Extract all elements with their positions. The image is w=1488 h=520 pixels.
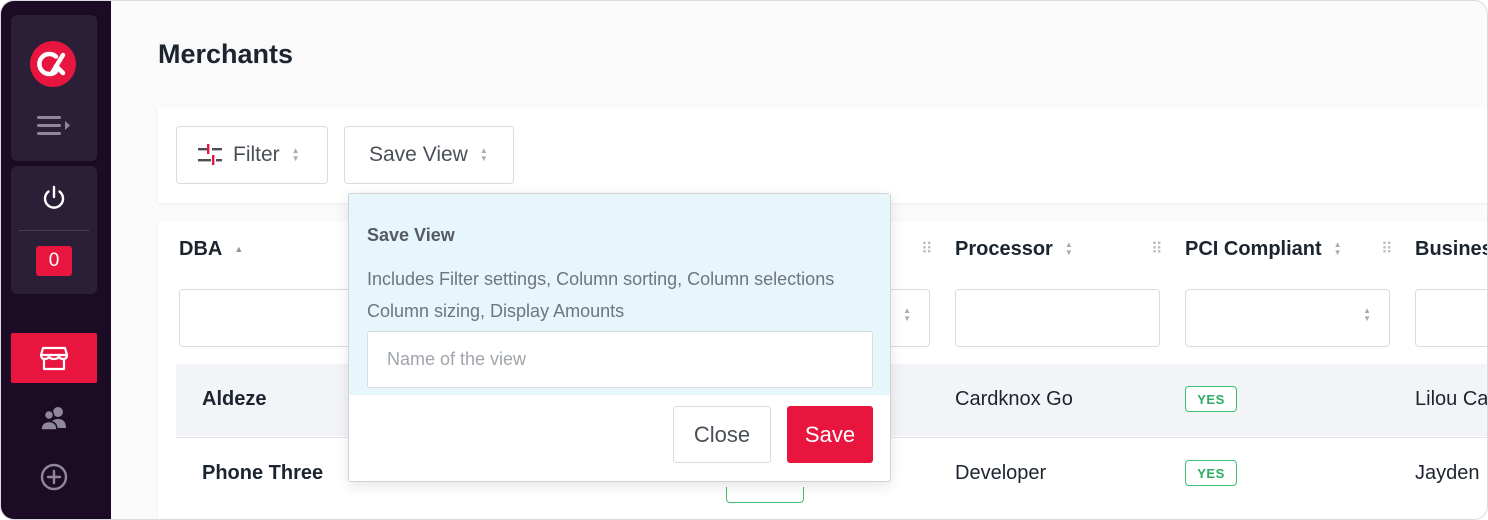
filter-button[interactable]: Filter ▲ ▼ (176, 126, 328, 184)
power-icon[interactable] (39, 183, 69, 213)
app-window: 0 Merchants Filter ▲ ▼ Save View ▲ ▼ DBA… (0, 0, 1488, 520)
save-view-button-label: Save View (369, 143, 468, 166)
processor-filter-input[interactable] (955, 289, 1160, 347)
dropdown-arrows-icon: ▲ ▼ (291, 146, 300, 163)
pci-status-badge: YES (1185, 460, 1237, 486)
save-view-button[interactable]: Save View ▲ ▼ (344, 126, 514, 184)
dba-filter-input[interactable] (179, 289, 359, 347)
save-view-popover: Save View Includes Filter settings, Colu… (348, 193, 891, 482)
dropdown-arrows-icon: ▲ ▼ (903, 306, 911, 323)
close-button[interactable]: Close (673, 406, 771, 463)
pci-compliant-filter-select[interactable]: ▲ ▼ (1185, 289, 1390, 347)
pci-status-badge: YES (1185, 386, 1237, 412)
plus-circle-icon[interactable] (39, 462, 69, 492)
column-resize-grip-icon[interactable]: ⠿ (921, 239, 933, 259)
status-badge (726, 487, 804, 503)
dropdown-arrows-icon: ▲ ▼ (479, 146, 488, 163)
popover-description: Includes Filter settings, Column sorting… (367, 269, 835, 321)
popover-header: Save View Includes Filter settings, Colu… (349, 194, 890, 395)
column-header-dba[interactable]: DBA ▲ (179, 237, 243, 261)
sort-arrows-icon: ▲ ▼ (1333, 240, 1342, 257)
menu-expand-icon[interactable] (35, 111, 75, 141)
column-header-processor[interactable]: Processor ▲ ▼ (955, 237, 1073, 261)
column-resize-grip-icon[interactable]: ⠿ (1381, 239, 1393, 259)
column-header-pci-compliant[interactable]: PCI Compliant ▲ ▼ (1185, 237, 1342, 261)
business-filter-input[interactable] (1415, 289, 1487, 347)
sidebar: 0 (1, 1, 111, 519)
dba-cell: Phone Three (202, 462, 324, 484)
toolbar: Filter ▲ ▼ Save View ▲ ▼ (158, 107, 1487, 203)
column-header-business[interactable]: Busines (1415, 237, 1487, 261)
users-icon[interactable] (39, 403, 69, 433)
business-cell: Lilou Ca (1415, 388, 1488, 410)
column-resize-grip-icon[interactable]: ⠿ (1151, 239, 1163, 259)
business-cell: Jayden (1415, 462, 1480, 484)
popover-title: Save View (367, 225, 455, 245)
processor-cell: Developer (955, 462, 1047, 484)
dropdown-arrows-icon: ▲ ▼ (1363, 306, 1371, 323)
processor-cell: Cardknox Go (955, 388, 1073, 410)
sort-asc-icon: ▲ (234, 244, 244, 254)
filter-button-label: Filter (233, 143, 280, 166)
store-icon (39, 344, 69, 372)
filter-icon (197, 143, 223, 167)
page-title: Merchants (158, 39, 294, 69)
save-button[interactable]: Save (787, 406, 873, 463)
sort-arrows-icon: ▲ ▼ (1064, 240, 1073, 257)
view-name-input[interactable] (367, 331, 873, 388)
dba-cell: Aldeze (202, 388, 267, 410)
sidebar-divider (19, 230, 89, 231)
brand-logo-icon[interactable] (30, 41, 76, 87)
notification-badge[interactable]: 0 (36, 246, 72, 276)
